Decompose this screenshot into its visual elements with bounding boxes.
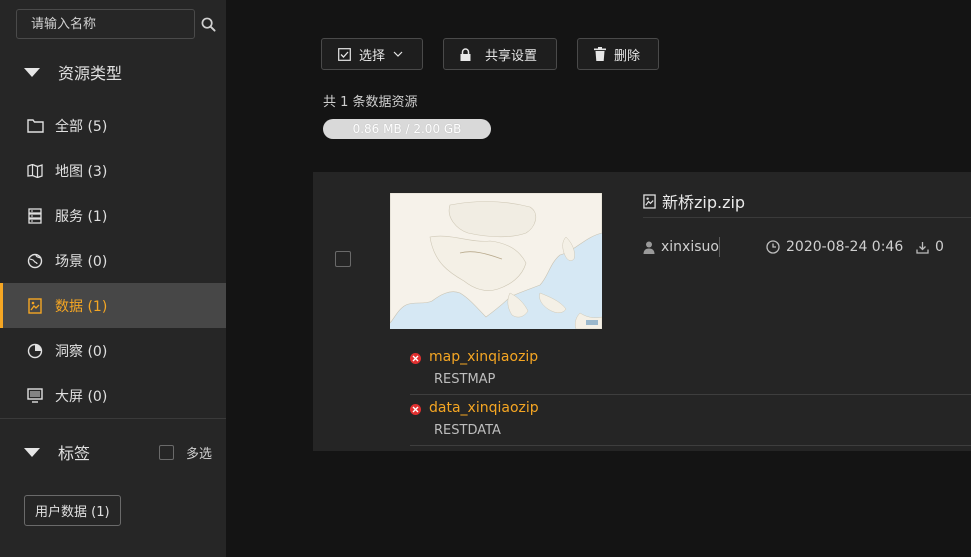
resource-type-title: 资源类型 [58, 64, 123, 83]
sidebar-item-label: 全部 (5) [55, 118, 108, 135]
title-divider [643, 217, 971, 218]
resource-count: 共 1 条数据资源 [323, 95, 418, 110]
tag-user-data-button[interactable]: 用户数据 (1) [24, 495, 121, 526]
delete-label: 删除 [614, 48, 641, 64]
folder-icon [26, 117, 44, 135]
resource-owner: xinxisuo [643, 239, 719, 255]
resource-type-nav: 全部 (5) 地图 (3) 服务 (1) 场景 (0) 数据 (1) 洞察 (0… [0, 103, 226, 418]
tags-title: 标签 [58, 444, 91, 463]
date-text: 2020-08-24 0:46 [786, 239, 904, 255]
sidebar-item-service[interactable]: 服务 (1) [0, 193, 226, 238]
select-label: 选择 [359, 48, 386, 64]
share-settings-button[interactable]: 共享设置 [443, 38, 557, 70]
map-icon [26, 162, 44, 180]
search-input[interactable] [17, 10, 201, 38]
resource-date: 2020-08-24 0:46 [766, 239, 903, 255]
error-icon [410, 353, 421, 364]
sidebar-item-insight[interactable]: 洞察 (0) [0, 328, 226, 373]
resource-card: 新桥zip.zip xinxisuo 2020-08-24 0:46 0 map… [313, 172, 971, 451]
collapse-triangle-icon [24, 67, 40, 77]
checkbox-icon [338, 47, 351, 61]
share-settings-label: 共享设置 [485, 48, 538, 64]
clock-icon [766, 240, 780, 254]
sub-item-type: RESTMAP [434, 372, 496, 387]
multi-select-toggle[interactable]: 多选 [159, 443, 212, 462]
resource-title-text: 新桥zip.zip [662, 193, 746, 212]
error-icon [410, 404, 421, 415]
sidebar-divider [0, 418, 226, 419]
list-item: map_xinqiaozip RESTMAP [410, 344, 971, 395]
sidebar-item-label: 洞察 (0) [55, 343, 108, 360]
server-icon [26, 207, 44, 225]
download-count: 0 [935, 239, 944, 255]
resource-downloads: 0 [916, 239, 944, 255]
sidebar-item-all[interactable]: 全部 (5) [0, 103, 226, 148]
resource-select[interactable] [335, 251, 351, 271]
sidebar-item-data[interactable]: 数据 (1) [0, 283, 226, 328]
search-box [16, 9, 216, 39]
storage-label: 0.86 MB / 2.00 GB [352, 122, 462, 136]
delete-button[interactable]: 删除 [577, 38, 659, 70]
resource-type-header[interactable]: 资源类型 [0, 57, 226, 87]
data-icon [26, 297, 44, 315]
scene-icon [26, 252, 44, 270]
sidebar-item-screen[interactable]: 大屏 (0) [0, 373, 226, 418]
map-thumbnail-image [390, 193, 602, 329]
download-icon [916, 241, 929, 254]
meta-separator [719, 237, 720, 257]
select-dropdown-button[interactable]: 选择 [321, 38, 423, 70]
resource-title[interactable]: 新桥zip.zip [643, 189, 745, 213]
storage-usage-bar: 0.86 MB / 2.00 GB [323, 119, 491, 139]
data-icon [643, 193, 656, 209]
multi-select-label: 多选 [186, 447, 213, 462]
sub-item-name[interactable]: data_xinqiaozip [429, 400, 539, 416]
sidebar-item-label: 地图 (3) [55, 163, 108, 180]
sidebar-item-label: 大屏 (0) [55, 388, 108, 405]
insight-icon [26, 342, 44, 360]
user-icon [643, 241, 655, 254]
sidebar-item-label: 服务 (1) [55, 208, 108, 225]
sub-item-type: RESTDATA [434, 423, 501, 438]
sidebar: 资源类型 全部 (5) 地图 (3) 服务 (1) 场景 (0) [0, 0, 226, 557]
sidebar-item-scene[interactable]: 场景 (0) [0, 238, 226, 283]
collapse-triangle-icon [24, 447, 40, 457]
list-item: data_xinqiaozip RESTDATA [410, 395, 971, 446]
resource-checkbox[interactable] [335, 251, 351, 267]
sidebar-item-label: 场景 (0) [55, 253, 108, 270]
owner-name: xinxisuo [661, 239, 719, 255]
lock-icon [460, 47, 471, 61]
sub-item-name[interactable]: map_xinqiaozip [429, 349, 538, 365]
multi-select-checkbox[interactable] [159, 445, 174, 460]
sidebar-item-label: 数据 (1) [55, 298, 108, 315]
chevron-down-icon [393, 51, 403, 57]
trash-icon [594, 47, 606, 61]
search-icon[interactable] [201, 17, 216, 32]
screen-icon [26, 387, 44, 405]
map-thumbnail[interactable] [390, 193, 602, 329]
sidebar-item-map[interactable]: 地图 (3) [0, 148, 226, 193]
